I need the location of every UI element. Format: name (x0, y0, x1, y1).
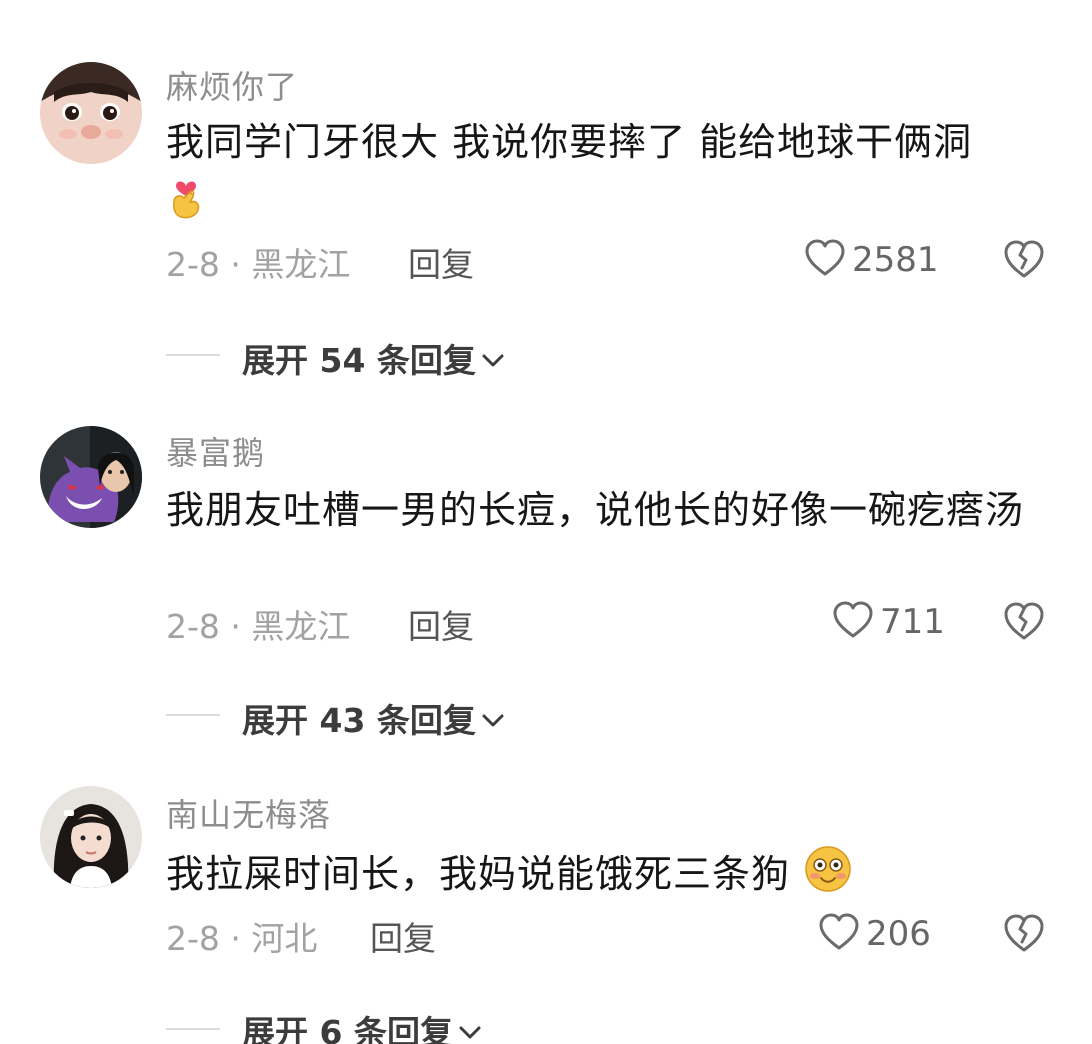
like-count: 206 (866, 914, 931, 954)
username[interactable]: 南山无梅落 (166, 790, 331, 836)
like-button[interactable]: 206 (818, 912, 931, 956)
username[interactable]: 暴富鹅 (166, 428, 265, 474)
like-button[interactable]: 2581 (804, 238, 939, 282)
reply-button[interactable]: 回复 (370, 912, 436, 960)
username[interactable]: 麻烦你了 (166, 62, 298, 108)
chevron-down-icon (476, 699, 506, 738)
expand-replies-button[interactable]: 展开 6 条回复 (242, 1006, 483, 1044)
dislike-button[interactable] (1002, 912, 1046, 956)
expand-replies-button[interactable]: 展开 54 条回复 (242, 334, 506, 382)
comment-text: 我朋友吐槽一男的长痘，说他长的好像一碗疙瘩汤 (166, 488, 1025, 532)
divider (166, 1028, 220, 1030)
comment-feed: 麻烦你了 我同学门牙很大 我说你要摔了 能给地球干俩洞 2-8 · 黑龙江 回复… (0, 0, 1092, 1044)
comment-text: 我拉屎时间长，我妈说能饿死三条狗 (166, 844, 1046, 909)
divider (166, 714, 220, 716)
expand-label: 展开 6 条回复 (242, 1013, 453, 1044)
avatar[interactable] (40, 426, 142, 528)
finger-heart-emoji (166, 172, 206, 235)
like-button[interactable]: 711 (832, 600, 945, 644)
chevron-down-icon (476, 339, 506, 378)
avatar[interactable] (40, 786, 142, 888)
comment-text-content: 我拉屎时间长，我妈说能饿死三条狗 (166, 852, 791, 896)
expand-label: 展开 43 条回复 (242, 701, 476, 740)
reply-button[interactable]: 回复 (408, 600, 474, 648)
chevron-down-icon (453, 1011, 483, 1044)
heart-outline-icon (832, 600, 874, 644)
like-count: 2581 (852, 240, 939, 280)
avatar[interactable] (40, 62, 142, 164)
heart-outline-icon (804, 238, 846, 282)
like-count: 711 (880, 602, 945, 642)
comment-meta: 2-8 · 黑龙江 (166, 245, 351, 284)
expand-replies-button[interactable]: 展开 43 条回复 (242, 694, 506, 742)
comment-text-content: 我同学门牙很大 我说你要摔了 能给地球干俩洞 (166, 120, 973, 164)
comment-text: 我同学门牙很大 我说你要摔了 能给地球干俩洞 (166, 114, 1046, 235)
comment-meta: 2-8 · 河北 (166, 919, 318, 958)
broken-heart-icon (1002, 602, 1046, 646)
broken-heart-icon (1002, 240, 1046, 284)
expand-label: 展开 54 条回复 (242, 341, 476, 380)
reply-button[interactable]: 回复 (408, 238, 474, 286)
dislike-button[interactable] (1002, 600, 1046, 644)
heart-outline-icon (818, 912, 860, 956)
dislike-button[interactable] (1002, 238, 1046, 282)
comment-meta: 2-8 · 黑龙江 (166, 607, 351, 646)
flushed-smile-emoji (803, 844, 853, 909)
broken-heart-icon (1002, 914, 1046, 958)
divider (166, 354, 220, 356)
